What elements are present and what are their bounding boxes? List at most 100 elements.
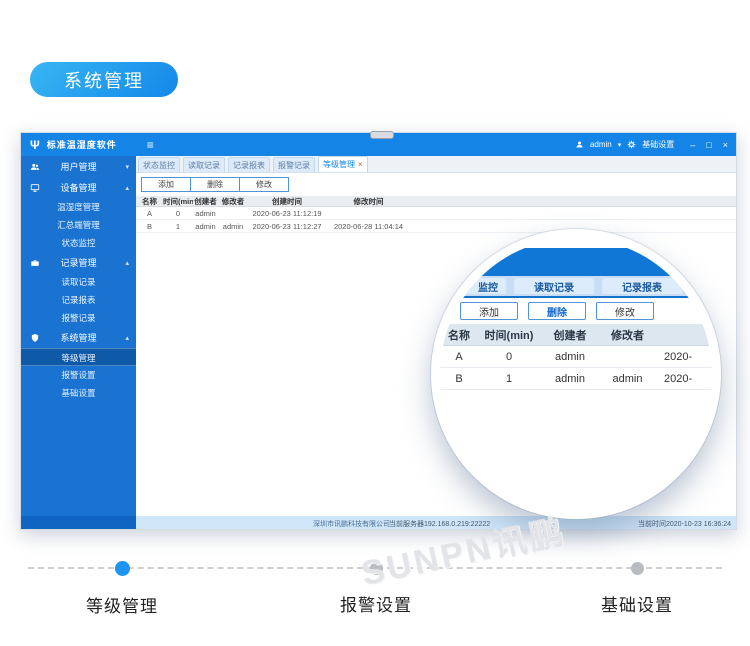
company-name: 深圳市讯鹏科技有限公司 [313, 519, 390, 529]
bottom-nav: 等级管理 报警设置 基础设置 [0, 540, 750, 640]
magnified-table-cell: 1 [478, 373, 540, 385]
sidebar-item[interactable]: 读取记录 [21, 273, 136, 291]
status-bar-strip: 深圳市讯鹏科技有限公司 当前服务器192.168.0.219:22222 当前时… [136, 516, 736, 529]
table-header-cell: 修改者 [218, 196, 248, 207]
hamburger-menu-icon[interactable]: ≡ [147, 138, 154, 152]
tab[interactable]: 记录报表 [228, 157, 270, 172]
magnified-buttons: 添加删除修改 [460, 302, 654, 320]
magnified-button: 修改 [596, 302, 654, 320]
tab[interactable]: 报警记录 [273, 157, 315, 172]
magnified-header-row: 名称时间(min)创建者修改者 [440, 324, 721, 346]
users-icon [30, 162, 41, 172]
magnified-tab: 记录报表 [602, 278, 682, 294]
tab[interactable]: 状态监控 [138, 157, 180, 172]
section-badge: 系统管理 [30, 62, 178, 97]
gear-icon [627, 140, 636, 150]
system-icon [30, 333, 41, 343]
magnified-table-row: B1adminadmin2020- [440, 368, 721, 390]
close-icon[interactable]: × [723, 140, 728, 150]
magnified-header-cell: 名称 [440, 327, 478, 343]
settings-button[interactable]: 基础设置 [642, 139, 674, 150]
bottom-nav-item[interactable]: 基础设置 [557, 562, 717, 616]
chevron-up-icon: ▴ [125, 184, 129, 192]
server-address: 当前服务器192.168.0.219:22222 [389, 519, 490, 529]
table-cell: 2020-06-23 11:12:27 [248, 222, 326, 231]
magnified-table-cell: admin [540, 351, 600, 363]
app-logo-icon: Ψ [30, 138, 40, 152]
sidebar-item[interactable]: 等级管理 [21, 348, 136, 366]
window-controls: – □ × [690, 140, 728, 150]
titlebar-right: admin ▾ 基础设置 – □ × [575, 139, 728, 150]
magnified-tab: 读取记录 [514, 278, 594, 294]
sidebar-item[interactable]: 报警记录 [21, 309, 136, 327]
magnified-table-cell: A [440, 351, 478, 363]
chevron-down-icon: ▾ [125, 163, 129, 171]
records-icon [30, 258, 41, 268]
sidebar-group[interactable]: 系统管理▴ [21, 327, 136, 348]
sidebar-group[interactable]: 用户管理▾ [21, 156, 136, 177]
maximize-icon[interactable]: □ [706, 140, 711, 150]
magnified-header-cell: 创建者 [540, 327, 600, 343]
sidebar-item[interactable]: 记录报表 [21, 291, 136, 309]
current-time: 当前时间2020-10-23 16:36:24 [638, 519, 731, 529]
sidebar-group[interactable]: 设备管理▴ [21, 177, 136, 198]
magnified-table-cell: admin [600, 373, 655, 385]
magnified-tabs: 监控读取记录记录报表 [440, 278, 690, 294]
sidebar-item[interactable]: 状态监控 [21, 234, 136, 252]
toolbar: 添加删除修改 [141, 177, 736, 192]
app-window: Ψ 标准温湿度软件 ≡ admin ▾ 基础设置 – □ × 用户管理▾设备管理… [20, 132, 737, 530]
tab[interactable]: 读取记录 [183, 157, 225, 172]
chevron-down-icon[interactable]: ▾ [618, 141, 622, 149]
tab-label: 记录报表 [233, 160, 265, 171]
step-dot [631, 562, 644, 575]
tab-label: 状态监控 [143, 160, 175, 171]
bottom-nav-item[interactable]: 等级管理 [42, 561, 202, 617]
magnified-table-cell: 2020- [655, 373, 721, 385]
data-table: 名称时间(min)创建者修改者创建时间修改时间A0admin2020-06-23… [136, 196, 736, 233]
devices-icon [30, 183, 41, 193]
table-cell: 2020-06-28 11:04:14 [326, 222, 411, 231]
sidebar-item[interactable]: 基础设置 [21, 384, 136, 402]
table-cell: admin [193, 222, 218, 231]
magnified-button: 添加 [460, 302, 518, 320]
sidebar-item[interactable]: 汇总端管理 [21, 216, 136, 234]
tab-label: 报警记录 [278, 160, 310, 171]
toolbar-button[interactable]: 修改 [239, 177, 289, 192]
table-cell: 0 [163, 209, 193, 218]
status-bar: 深圳市讯鹏科技有限公司 当前服务器192.168.0.219:22222 当前时… [21, 516, 736, 529]
person-icon [575, 140, 584, 150]
table-header-cell: 创建时间 [248, 196, 326, 207]
magnified-title-band [431, 248, 721, 276]
titlebar-handle [370, 131, 394, 139]
tab-close-icon[interactable]: × [358, 160, 363, 169]
table-header-cell: 名称 [136, 196, 163, 207]
magnified-tab: 监控 [440, 278, 506, 294]
table-cell: A [136, 209, 163, 218]
sidebar-item[interactable]: 温湿度管理 [21, 198, 136, 216]
magnified-header-cell: 时间(min) [478, 327, 540, 343]
magnifier-circle: 监控读取记录记录报表 添加删除修改 名称时间(min)创建者修改者A0admin… [431, 229, 721, 519]
status-bar-left [21, 516, 136, 529]
sidebar-item[interactable]: 报警设置 [21, 366, 136, 384]
table-header-row: 名称时间(min)创建者修改者创建时间修改时间 [136, 196, 736, 207]
bottom-nav-label: 等级管理 [42, 592, 202, 617]
magnified-table-cell: B [440, 373, 478, 385]
table-header-cell: 时间(min) [163, 196, 193, 207]
minimize-icon[interactable]: – [690, 140, 695, 150]
sidebar: 用户管理▾设备管理▴温湿度管理汇总端管理状态监控记录管理▴读取记录记录报表报警记… [21, 156, 136, 516]
tab-label: 读取记录 [188, 160, 220, 171]
table-row[interactable]: B1adminadmin2020-06-23 11:12:272020-06-2… [136, 220, 736, 233]
table-header-cell: 创建者 [193, 196, 218, 207]
table-row[interactable]: A0admin2020-06-23 11:12:19 [136, 207, 736, 220]
table-cell: 1 [163, 222, 193, 231]
user-menu[interactable]: admin [590, 140, 612, 149]
magnified-table-cell: admin [540, 373, 600, 385]
bottom-nav-label: 基础设置 [557, 591, 717, 616]
toolbar-button[interactable]: 添加 [141, 177, 191, 192]
toolbar-button[interactable]: 删除 [190, 177, 240, 192]
sidebar-group[interactable]: 记录管理▴ [21, 252, 136, 273]
tab[interactable]: 等级管理× [318, 156, 368, 172]
bottom-nav-label: 报警设置 [296, 591, 456, 616]
bottom-nav-item[interactable]: 报警设置 [296, 562, 456, 616]
window-title: 标准温湿度软件 [47, 138, 117, 151]
